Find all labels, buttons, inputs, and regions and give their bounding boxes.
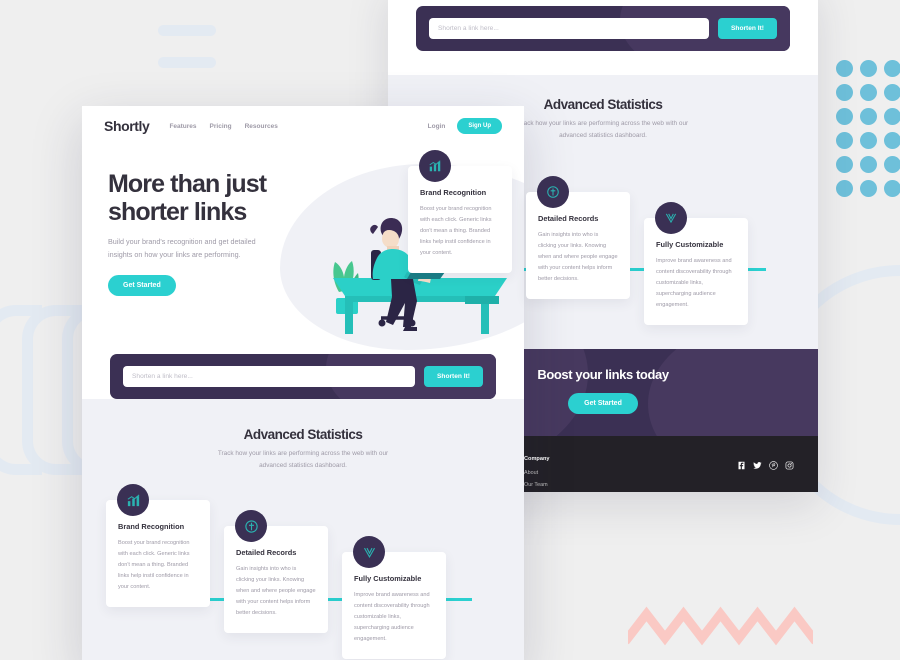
deco-bar-top-1 bbox=[158, 25, 216, 36]
facebook-icon[interactable] bbox=[737, 457, 746, 475]
hero-title: More than just shorter links bbox=[108, 170, 267, 226]
footer-column-title: Company bbox=[524, 455, 550, 462]
customize-icon bbox=[353, 536, 385, 569]
nav-links: Features Pricing Resources bbox=[169, 123, 277, 130]
chart-icon bbox=[117, 484, 149, 517]
stat-card-detailed-records-back: Detailed Records Gain insights into who … bbox=[526, 176, 630, 299]
footer-column-company-back: Company About Our Team Careers Contact bbox=[524, 456, 580, 492]
navbar: Shortly Features Pricing Resources Login… bbox=[82, 106, 524, 146]
shorten-button-back[interactable]: Shorten It! bbox=[718, 18, 777, 39]
stats-subtitle: Track how your links are performing acro… bbox=[217, 450, 389, 470]
deco-dot-grid bbox=[836, 60, 900, 200]
nav-link-pricing[interactable]: Pricing bbox=[210, 123, 232, 130]
hero-subtitle: Build your brand's recognition and get d… bbox=[108, 237, 256, 259]
boost-cta-back[interactable]: Get Started bbox=[568, 392, 638, 414]
shorten-bar-back: Shorten It! bbox=[416, 6, 790, 51]
screenshot-stage: Shorten It! Advanced Statistics Track ho… bbox=[0, 0, 900, 660]
footer-link[interactable]: About bbox=[524, 470, 580, 476]
stat-card-body: Improve brand awareness and content disc… bbox=[656, 258, 732, 308]
stat-card-body: Gain insights into who is clicking your … bbox=[236, 566, 316, 616]
records-icon bbox=[235, 510, 267, 543]
chart-icon bbox=[419, 150, 451, 183]
shortener-section: Shorten It! bbox=[82, 354, 524, 399]
login-link[interactable]: Login bbox=[428, 123, 446, 130]
stat-card-body: Gain insights into who is clicking your … bbox=[538, 232, 618, 282]
stat-card-title: Detailed Records bbox=[538, 214, 599, 224]
stat-card-title: Fully Customizable bbox=[354, 574, 422, 584]
stat-card-title: Brand Recognition bbox=[420, 188, 487, 198]
stats-heading: Advanced Statistics bbox=[243, 427, 363, 442]
signup-button[interactable]: Sign Up bbox=[457, 118, 502, 134]
nav-link-features[interactable]: Features bbox=[169, 123, 196, 130]
brand-logo[interactable]: Shortly bbox=[104, 118, 150, 134]
stat-card-body: Boost your brand recognition with each c… bbox=[420, 206, 492, 256]
deco-zigzag bbox=[628, 606, 813, 646]
twitter-icon[interactable] bbox=[753, 457, 762, 475]
pinterest-icon[interactable] bbox=[769, 457, 778, 475]
stats-section: Advanced Statistics Track how your links… bbox=[82, 399, 524, 660]
deco-bar-top-2 bbox=[158, 57, 216, 68]
shorten-button[interactable]: Shorten It! bbox=[424, 366, 483, 387]
stat-card-brand-recognition-back: Brand Recognition Boost your brand recog… bbox=[408, 150, 512, 273]
stat-card-body: Improve brand awareness and content disc… bbox=[354, 592, 430, 642]
nav-right: Login Sign Up bbox=[428, 118, 502, 134]
stat-card-title: Fully Customizable bbox=[656, 240, 724, 250]
stat-card-title: Detailed Records bbox=[236, 548, 297, 558]
stats-cards: Brand Recognition Boost your brand recog… bbox=[82, 472, 524, 660]
shorten-input[interactable] bbox=[123, 366, 416, 387]
deco-brace-2 bbox=[22, 305, 82, 475]
stat-card-brand-recognition: Brand Recognition Boost your brand recog… bbox=[106, 484, 210, 607]
records-icon bbox=[537, 176, 569, 209]
stat-card-title: Brand Recognition bbox=[118, 522, 185, 532]
shorten-input-back[interactable] bbox=[429, 18, 710, 39]
footer-socials-back bbox=[737, 456, 794, 492]
deco-brace-1 bbox=[0, 305, 42, 475]
shorten-bar: Shorten It! bbox=[110, 354, 496, 399]
footer-link[interactable]: Our Team bbox=[524, 482, 580, 488]
nav-link-resources[interactable]: Resources bbox=[245, 123, 278, 130]
stat-card-body: Boost your brand recognition with each c… bbox=[118, 540, 190, 590]
stat-card-fully-customizable-back: Fully Customizable Improve brand awarene… bbox=[644, 202, 748, 325]
stat-card-detailed-records: Detailed Records Gain insights into who … bbox=[224, 510, 328, 633]
customize-icon bbox=[655, 202, 687, 235]
stat-card-fully-customizable: Fully Customizable Improve brand awarene… bbox=[342, 536, 446, 659]
hero-cta-button[interactable]: Get Started bbox=[108, 275, 176, 297]
instagram-icon[interactable] bbox=[785, 457, 794, 475]
stats-subtitle-back: Track how your links are performing acro… bbox=[517, 120, 689, 140]
